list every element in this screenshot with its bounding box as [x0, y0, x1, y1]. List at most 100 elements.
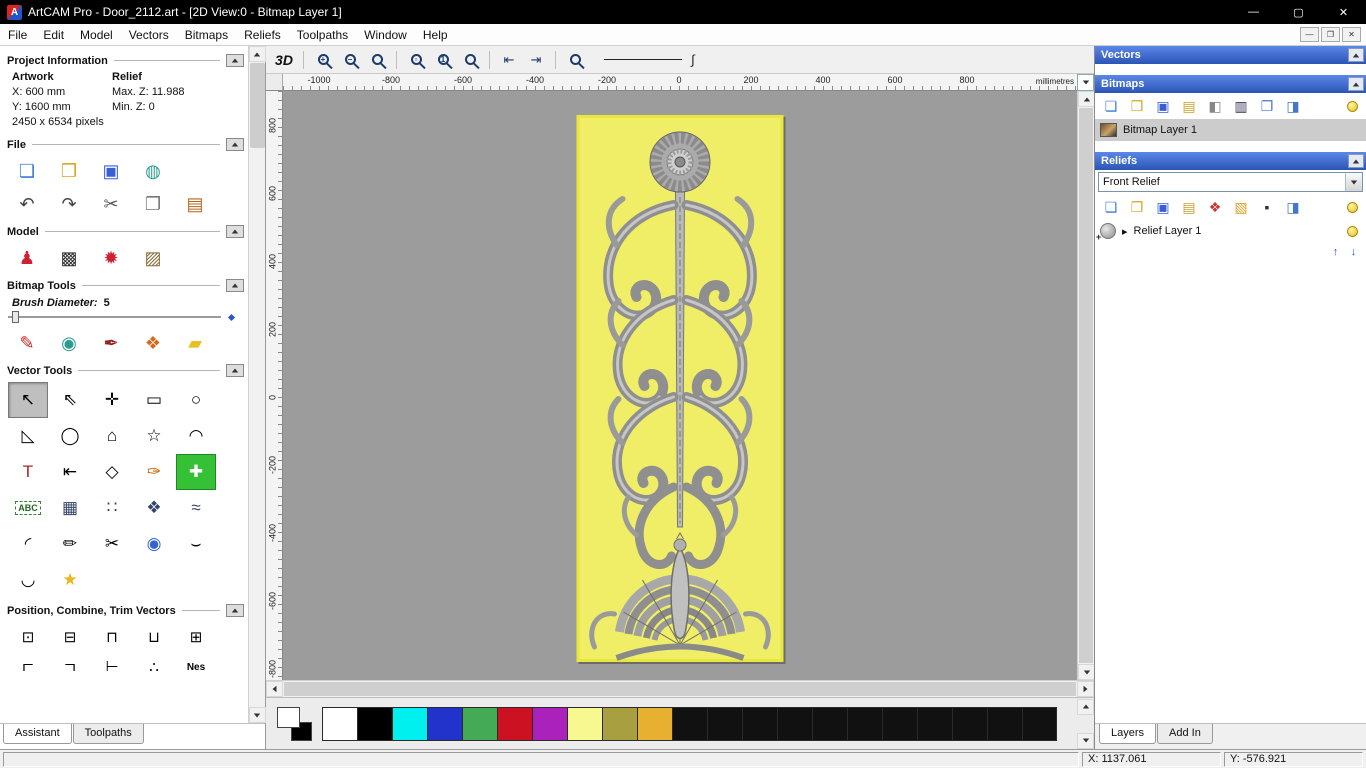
trim-vectors-tool[interactable]: ✂ [92, 526, 132, 562]
menu-item[interactable]: Bitmaps [177, 26, 236, 44]
calculate-relief-icon[interactable]: ▧ [1230, 197, 1252, 217]
palette-swatch[interactable] [812, 706, 847, 741]
redo-icon[interactable]: ↷ [54, 190, 84, 217]
palette-swatch[interactable] [497, 706, 532, 741]
scroll-down-button[interactable] [248, 707, 266, 723]
create-star-tool[interactable]: ★ [50, 562, 90, 598]
flood-fill-icon[interactable]: ◉ [54, 329, 84, 356]
scroll-left-button[interactable] [266, 681, 283, 697]
copy-icon[interactable]: ❐ [138, 190, 168, 217]
snap-right-button[interactable]: ⇥ [524, 49, 548, 71]
paste-array-tool[interactable]: ▦ [50, 490, 90, 526]
centre-icon[interactable]: ⊟ [50, 622, 90, 652]
open-model-icon[interactable]: ❒ [54, 157, 84, 184]
save-bitmap-icon[interactable]: ▣ [1152, 96, 1174, 116]
palette-scrollbar[interactable] [1077, 698, 1094, 750]
menu-item[interactable]: Window [356, 26, 415, 44]
palette-swatch[interactable] [847, 706, 882, 741]
rectangle-tool[interactable]: ▭ [134, 382, 174, 418]
collapse-section-button[interactable] [1348, 48, 1364, 62]
palette-swatch[interactable] [462, 706, 497, 741]
collapse-section-button[interactable] [1348, 77, 1364, 91]
transform-tool[interactable]: ✛ [92, 382, 132, 418]
colour-palette-icon[interactable]: ❖ [138, 329, 168, 356]
star-tool[interactable]: ☆ [134, 418, 174, 454]
tab-assistant[interactable]: Assistant [3, 724, 72, 744]
palette-swatch[interactable] [1022, 706, 1057, 741]
brush-diameter-slider[interactable] [0, 309, 248, 325]
collapse-section-button[interactable] [226, 225, 244, 238]
canvas-horizontal-scrollbar[interactable] [266, 680, 1094, 697]
new-relief-layer-icon[interactable]: ❏ [1100, 197, 1122, 217]
scroll-up-button[interactable] [1078, 91, 1095, 107]
centre-in-page-icon[interactable]: ⊡ [8, 622, 48, 652]
scrollbar-thumb[interactable] [1079, 108, 1093, 663]
palette-swatch[interactable] [707, 706, 742, 741]
menu-item[interactable]: Vectors [121, 26, 177, 44]
scroll-right-button[interactable] [1077, 681, 1094, 697]
set-model-size-icon[interactable]: ♟ [12, 244, 42, 271]
menu-item[interactable]: File [0, 26, 35, 44]
open-bitmap-icon[interactable]: ❒ [1126, 96, 1148, 116]
text-tool[interactable]: T [8, 454, 48, 490]
scrollbar-thumb[interactable] [249, 63, 265, 148]
zoom-full-button[interactable]: 1 [431, 49, 455, 71]
circle-tool[interactable]: ○ [176, 382, 216, 418]
toggle-layer-visibility-button[interactable] [1343, 225, 1361, 237]
align-right-icon[interactable]: ⊐ [50, 652, 90, 671]
palette-swatch[interactable] [567, 706, 602, 741]
draw-pen-icon[interactable]: ✒ [96, 329, 126, 356]
palette-swatch[interactable] [637, 706, 672, 741]
load-image-icon[interactable]: ▨ [138, 244, 168, 271]
relief-layer-row[interactable]: + ▸ Relief Layer 1 [1095, 220, 1366, 242]
collapse-section-button[interactable] [226, 54, 244, 67]
tab-toolpaths[interactable]: Toolpaths [72, 724, 144, 744]
menu-item[interactable]: Edit [35, 26, 72, 44]
offset-tool[interactable]: ◇ [92, 454, 132, 490]
fillet-tool[interactable]: ◜ [8, 526, 48, 562]
menu-item[interactable]: Reliefs [236, 26, 289, 44]
block-copy-tool[interactable]: ∷ [92, 490, 132, 526]
contrast-icon[interactable]: ◧ [1204, 96, 1226, 116]
foreground-colour-swatch[interactable] [277, 706, 300, 728]
delete-layer-icon[interactable]: ◨ [1282, 96, 1304, 116]
palette-swatch[interactable] [357, 706, 392, 741]
arc-tool[interactable]: ◠ [176, 418, 216, 454]
menu-item[interactable]: Toolpaths [289, 26, 356, 44]
palette-swatch[interactable] [392, 706, 427, 741]
move-layer-up-button[interactable]: ↑ [1328, 244, 1343, 259]
collapse-section-button[interactable] [226, 279, 244, 292]
align-centre-icon[interactable]: ⊞ [176, 622, 216, 652]
open-relief-icon[interactable]: ❒ [1126, 197, 1148, 217]
scroll-down-button[interactable] [1077, 732, 1094, 749]
collapse-section-button[interactable] [226, 138, 244, 151]
toggle-all-visibility-button[interactable] [1343, 100, 1361, 112]
sheet-icon[interactable]: ▤ [1178, 96, 1200, 116]
palette-swatch[interactable] [672, 706, 707, 741]
node-editing-tool[interactable]: ⇖ [50, 382, 90, 418]
zoom-window-button[interactable]: ▫ [404, 49, 428, 71]
join-vectors-tool[interactable]: ◡ [8, 562, 48, 598]
tab-add-in[interactable]: Add In [1157, 724, 1213, 744]
zero-plane-icon[interactable]: ▪ [1256, 197, 1278, 217]
dropdown-button[interactable] [1345, 173, 1362, 191]
expander-icon[interactable]: ▸ [1122, 225, 1128, 238]
new-model-icon[interactable]: ❏ [12, 157, 42, 184]
align-left-icon[interactable]: ⊏ [8, 652, 48, 671]
zoom-previous-button[interactable] [365, 49, 389, 71]
palette-swatch[interactable] [602, 706, 637, 741]
vector-doctor-tool[interactable]: ✑ [134, 454, 174, 490]
envelope-distort-tool[interactable]: ≈ [176, 490, 216, 526]
import-export-icon[interactable]: ◍ [138, 157, 168, 184]
polyline-tool[interactable]: ◺ [8, 418, 48, 454]
paste-icon[interactable]: ▤ [180, 190, 210, 217]
paste-along-curve-tool[interactable]: ✚ [176, 454, 216, 490]
2d-view-canvas[interactable] [283, 91, 1077, 680]
move-layer-down-button[interactable]: ↓ [1346, 244, 1361, 259]
snap-left-button[interactable]: ⇤ [497, 49, 521, 71]
cut-icon[interactable]: ✂ [96, 190, 126, 217]
delete-relief-icon[interactable]: ◨ [1282, 197, 1304, 217]
copy-layer-icon[interactable]: ❐ [1256, 96, 1278, 116]
measure-tool[interactable]: ⇤ [50, 454, 90, 490]
palette-swatch[interactable] [532, 706, 567, 741]
